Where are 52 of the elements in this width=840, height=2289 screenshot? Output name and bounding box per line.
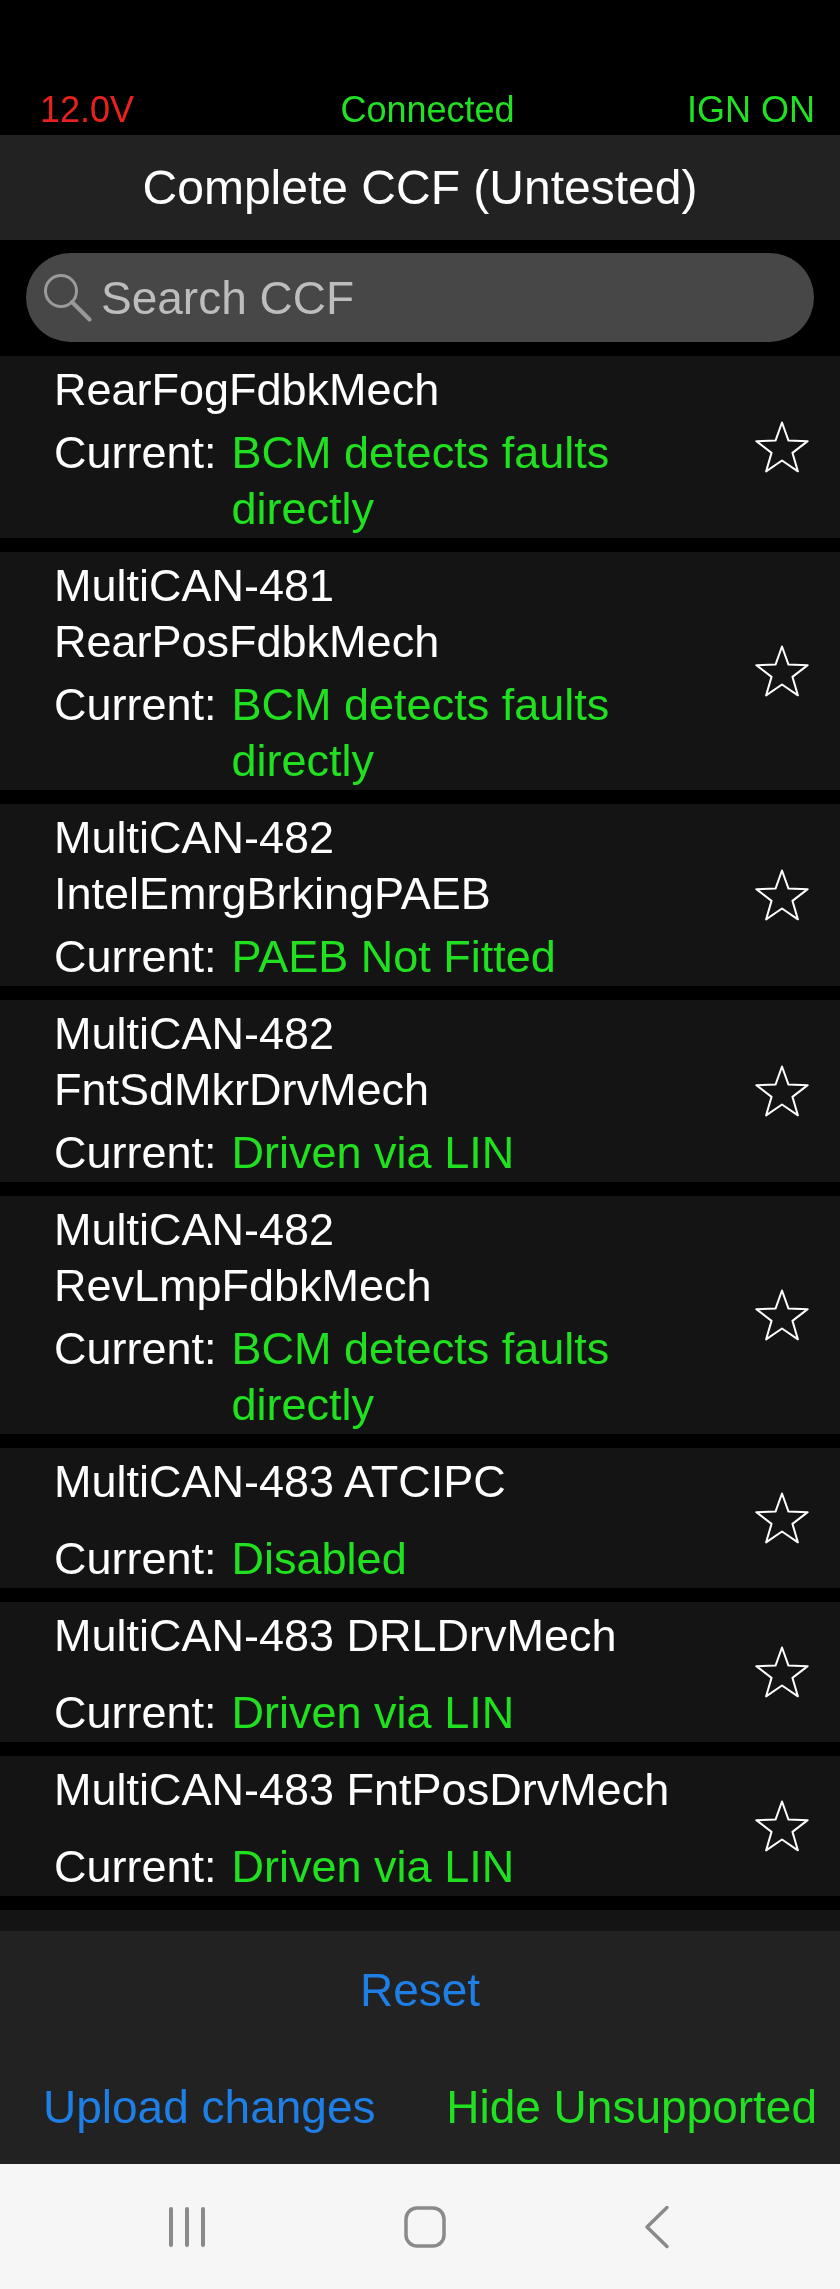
status-text: IGN ON <box>687 88 815 132</box>
current-value: BCM detects faults directly <box>231 426 611 536</box>
item-name: MultiCAN-482 FntSdMkrDrvMech <box>54 1007 431 1117</box>
current-label: Current: <box>54 1322 217 1376</box>
list-item[interactable]: MultiCAN-482 IntelEmrgBrkingPAEB Current: PAEB Not Fitted <box>0 804 840 986</box>
current-value: Driven via LIN <box>231 1686 515 1740</box>
recent-apps-icon[interactable] <box>168 2205 206 2248</box>
star-icon[interactable] <box>754 1064 810 1118</box>
current-label: Current: <box>54 426 217 480</box>
item-name: MultiCAN-483 ATCIPC <box>54 1455 507 1509</box>
item-name: MultiCAN-483 FntPosDrvMech <box>54 1763 671 1817</box>
current-value: Driven via LIN <box>231 1840 515 1894</box>
upload-changes-button[interactable]: Upload changes <box>35 2072 384 2142</box>
item-name: RearFogFdbkMech <box>54 363 441 417</box>
current-value: Disabled <box>231 1532 407 1586</box>
current-value: BCM detects faults directly <box>231 1322 611 1432</box>
back-icon[interactable] <box>644 2204 670 2249</box>
search-field[interactable]: Search CCF <box>26 253 814 342</box>
item-name: MultiCAN-482 RevLmpFdbkMech <box>54 1203 433 1313</box>
star-icon[interactable] <box>754 1799 810 1853</box>
list-item[interactable]: RearFogFdbkMech Current: BCM detects faults directly <box>0 356 840 538</box>
home-icon[interactable] <box>404 2205 446 2248</box>
star-icon[interactable] <box>754 1491 810 1545</box>
star-icon[interactable] <box>754 420 810 474</box>
current-label: Current: <box>54 1686 217 1740</box>
status-text: Connected <box>340 88 515 132</box>
search-icon <box>42 272 92 322</box>
current-label: Current: <box>54 1840 217 1894</box>
current-value: Driven via LIN <box>231 1126 515 1180</box>
screen-title: Complete CCF (Untested) <box>142 159 698 216</box>
list-item[interactable]: MultiCAN-483 FntPosDrvMech Current: Driven via LIN <box>0 1756 840 1896</box>
star-icon[interactable] <box>754 1645 810 1699</box>
status-text: 12.0V <box>40 88 135 132</box>
list-item[interactable]: MultiCAN-483 ATCIPC Current: Disabled <box>0 1448 840 1588</box>
hide-unsupported-button[interactable]: Hide Unsupported <box>438 2072 825 2142</box>
star-icon[interactable] <box>754 868 810 922</box>
list-item[interactable]: MultiCAN-482 FntSdMkrDrvMech Current: Driven via LIN <box>0 1000 840 1182</box>
item-name: MultiCAN-481 RearPosFdbkMech <box>54 559 441 669</box>
current-value: BCM detects faults directly <box>231 678 611 788</box>
item-name: MultiCAN-482 IntelEmrgBrkingPAEB <box>54 811 492 921</box>
list-item[interactable]: MultiCAN-483 DRLDrvMech Current: Driven via LIN <box>0 1602 840 1742</box>
star-icon[interactable] <box>754 644 810 698</box>
list-item[interactable]: MultiCAN-481 RearPosFdbkMech Current: BCM detects faults directly <box>0 552 840 790</box>
list-item[interactable]: MultiCAN-482 RevLmpFdbkMech Current: BCM detects faults directly <box>0 1196 840 1434</box>
item-name: MultiCAN-483 DRLDrvMech <box>54 1609 618 1663</box>
current-label: Current: <box>54 678 217 732</box>
current-label: Current: <box>54 930 217 984</box>
reset-button[interactable]: Reset <box>351 1955 489 2025</box>
current-label: Current: <box>54 1126 217 1180</box>
current-label: Current: <box>54 1532 217 1586</box>
current-value: PAEB Not Fitted <box>231 930 556 984</box>
star-icon[interactable] <box>754 1288 810 1342</box>
